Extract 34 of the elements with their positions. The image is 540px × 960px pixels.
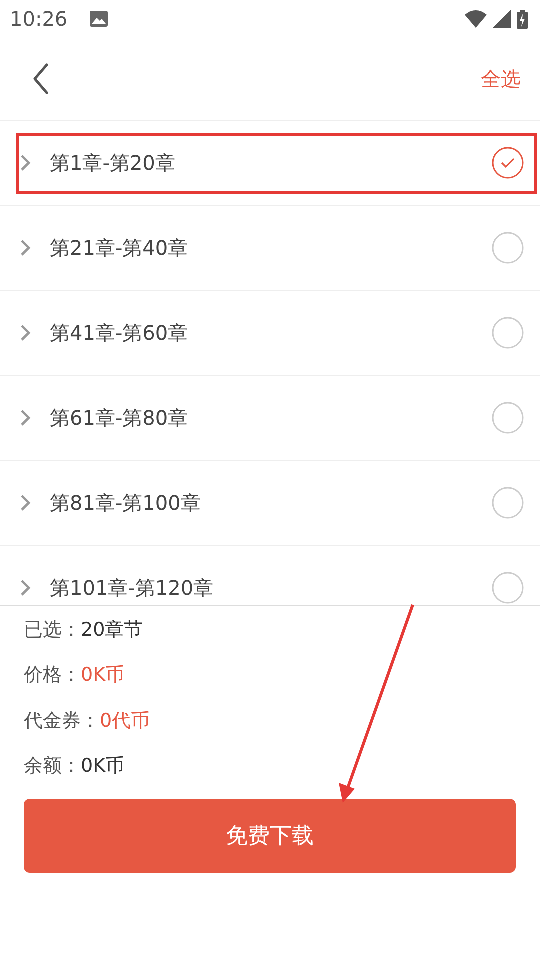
chevron-icon[interactable] (20, 239, 32, 257)
image-icon (90, 11, 108, 27)
chapter-range-label[interactable]: 第61章-第80章 (50, 404, 188, 432)
battery-icon (517, 10, 528, 28)
summary-label: 余额： (24, 754, 81, 780)
chevron-icon[interactable] (20, 409, 32, 427)
unchecked-circle-icon[interactable] (492, 317, 524, 349)
summary-label: 已选： (24, 618, 81, 643)
summary-value: 0代币 (100, 708, 150, 734)
chevron-icon[interactable] (20, 579, 32, 597)
download-button[interactable]: 免费下载 (24, 799, 516, 873)
chapter-range-label[interactable]: 第101章-第120章 (50, 574, 214, 602)
chevron-icon[interactable] (20, 324, 32, 342)
signal-icon (493, 10, 511, 28)
chevron-icon[interactable] (20, 154, 32, 172)
back-icon[interactable] (32, 63, 50, 95)
summary-label: 价格： (24, 663, 81, 688)
summary-label: 代金券： (24, 708, 100, 734)
chapter-range-label[interactable]: 第1章-第20章 (50, 150, 176, 176)
status-time: 10:26 (10, 7, 68, 31)
unchecked-circle-icon[interactable] (492, 402, 524, 434)
chapter-range-label[interactable]: 第81章-第100章 (50, 490, 201, 516)
unchecked-circle-icon[interactable] (492, 487, 524, 519)
checked-circle-icon[interactable] (492, 147, 524, 179)
chevron-icon[interactable] (20, 494, 32, 512)
unchecked-circle-icon[interactable] (492, 572, 524, 604)
summary-value: 0K币 (81, 663, 125, 688)
chapter-range-label[interactable]: 第41章-第60章 (50, 320, 188, 346)
summary-value: 20章节 (81, 618, 144, 643)
summary-value: 0K币 (81, 754, 125, 780)
select-all-link[interactable]: 全选 (481, 66, 521, 92)
chapter-range-label[interactable]: 第21章-第40章 (50, 234, 188, 262)
wifi-icon (465, 10, 487, 28)
unchecked-circle-icon[interactable] (492, 232, 524, 264)
